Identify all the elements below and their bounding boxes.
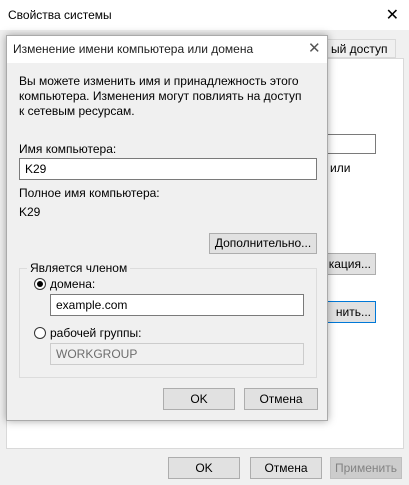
computer-description-field[interactable] bbox=[326, 134, 376, 154]
domain-radio[interactable] bbox=[34, 278, 46, 290]
member-of-legend: Является членом bbox=[27, 261, 131, 275]
workgroup-label[interactable]: рабочей группы: bbox=[50, 326, 141, 340]
system-properties-close-icon[interactable]: ✕ bbox=[386, 5, 399, 25]
domain-input[interactable]: example.com bbox=[50, 294, 304, 316]
workgroup-radio[interactable] bbox=[34, 327, 46, 339]
tab-remote-access[interactable]: ый доступ bbox=[326, 39, 396, 58]
workgroup-input: WORKGROUP bbox=[50, 343, 304, 365]
dialog-close-icon[interactable]: ✕ bbox=[308, 39, 321, 57]
domain-label[interactable]: домена: bbox=[50, 277, 95, 291]
more-button[interactable]: Дополнительно... bbox=[209, 233, 317, 254]
system-properties-cancel-button[interactable]: Отмена bbox=[250, 457, 322, 479]
cancel-button[interactable]: Отмена bbox=[244, 388, 318, 410]
background-text-ili: или bbox=[330, 161, 351, 175]
system-properties-title: Свойства системы bbox=[8, 8, 112, 22]
dialog-description: Вы можете изменить имя и принадлежность … bbox=[19, 74, 302, 118]
full-computer-name-label: Полное имя компьютера: bbox=[19, 186, 160, 200]
system-properties-apply-button[interactable]: Применить bbox=[330, 457, 402, 479]
ok-button[interactable]: OK bbox=[163, 388, 235, 410]
computer-name-input[interactable]: K29 bbox=[19, 158, 317, 180]
rename-computer-dialog: Изменение имени компьютера или домена ✕ … bbox=[6, 35, 328, 421]
computer-name-label: Имя компьютера: bbox=[19, 142, 117, 156]
dialog-title: Изменение имени компьютера или домена bbox=[13, 42, 254, 56]
system-properties-ok-button[interactable]: OK bbox=[168, 457, 240, 479]
full-computer-name-value: K29 bbox=[19, 205, 41, 219]
